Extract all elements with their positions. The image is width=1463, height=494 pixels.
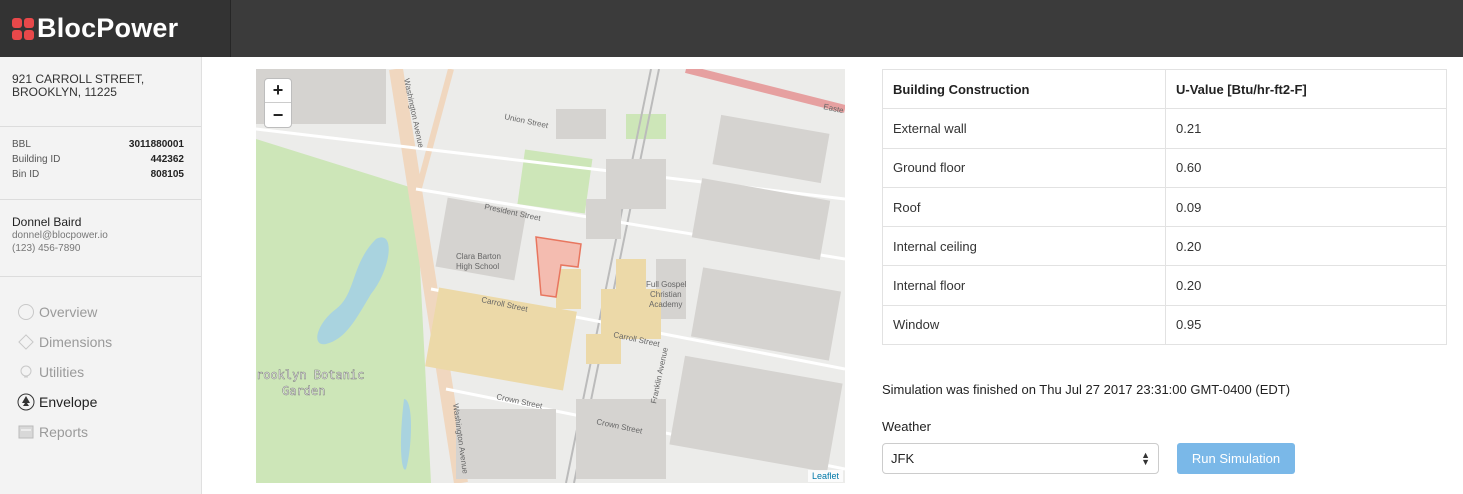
ruler-icon — [17, 333, 35, 351]
table-row: Window 0.95 — [882, 304, 1447, 346]
weather-select[interactable]: JFK ▲ ▼ — [882, 443, 1159, 474]
id-row-building: Building ID 442362 — [12, 152, 184, 167]
report-icon — [17, 423, 35, 441]
table-cell: Internal floor — [882, 265, 1166, 306]
nav-label: Envelope — [39, 394, 98, 410]
table-cell: 0.09 — [1165, 186, 1447, 228]
nav-item-utilities[interactable]: Utilities — [17, 357, 201, 387]
poi-label: Academy — [649, 300, 682, 309]
nav-label: Overview — [39, 304, 98, 320]
table-cell: Window — [882, 304, 1166, 346]
nav-label: Utilities — [39, 364, 85, 380]
table-row: Roof 0.09 — [882, 186, 1447, 228]
table-cell: 0.21 — [1165, 108, 1447, 149]
table-cell: External wall — [882, 108, 1166, 149]
sidebar: 921 CARROLL STREET, BROOKLYN, 11225 BBL … — [0, 57, 202, 494]
green-block — [517, 149, 593, 214]
brand-name: BlocPower — [37, 13, 179, 43]
id-row-bbl: BBL 3011880001 — [12, 137, 184, 152]
id-label: BBL — [12, 139, 31, 150]
poi-label: High School — [456, 262, 499, 271]
table-cell: Ground floor — [882, 147, 1166, 188]
contact-phone: (123) 456-7890 — [12, 243, 81, 254]
id-value: 3011880001 — [128, 139, 184, 150]
table-header: U-Value [Btu/hr-ft2-F] — [1165, 68, 1447, 110]
logo-mark-icon — [12, 17, 34, 40]
poi-label: Christian — [650, 290, 682, 299]
id-value: 442362 — [150, 154, 184, 165]
run-simulation-button[interactable]: Run Simulation — [1177, 443, 1295, 474]
nav-item-overview[interactable]: Overview — [17, 297, 201, 327]
park-label: rooklyn Botanic — [256, 368, 364, 382]
contact-name: Donnel Baird — [12, 215, 82, 229]
contact-card: Donnel Baird donnel@blocpower.io (123) 4… — [0, 200, 201, 277]
park-label: Garden — [282, 384, 325, 398]
map-canvas: Washington Avenue Union Street President… — [256, 69, 845, 483]
table-cell: 0.60 — [1165, 147, 1447, 188]
poi-label: Full Gospel — [646, 280, 687, 289]
nav-item-dimensions[interactable]: Dimensions — [17, 327, 201, 357]
table-row: Internal floor 0.20 — [882, 265, 1447, 306]
simulation-status: Simulation was finished on Thu Jul 27 20… — [882, 382, 1291, 397]
street-label: Franklin Avenue — [649, 346, 670, 404]
table-cell: 0.95 — [1165, 304, 1447, 346]
zoom-in-button[interactable]: + — [265, 79, 291, 103]
select-caret-icon: ▲ ▼ — [1141, 449, 1150, 467]
zoom-out-button[interactable]: − — [265, 103, 291, 127]
contact-email[interactable]: donnel@blocpower.io — [12, 229, 189, 242]
building-ids: BBL 3011880001 Building ID 442362 Bin ID… — [0, 127, 201, 200]
sidebar-nav: Overview Dimensions Utilities Envelope R… — [0, 277, 201, 447]
table-row: External wall 0.21 — [882, 108, 1447, 149]
table-cell: 0.20 — [1165, 226, 1447, 267]
table-cell: Internal ceiling — [882, 226, 1166, 267]
weather-selected-value: JFK — [891, 451, 915, 466]
brand-logo[interactable]: BlocPower — [0, 0, 231, 57]
table-header-row: Building Construction U-Value [Btu/hr-ft… — [882, 68, 1447, 110]
street-label: Union Street — [504, 112, 550, 130]
table-cell: 0.20 — [1165, 265, 1447, 306]
street-label: Crown Street — [496, 392, 544, 411]
u-value-table: Building Construction U-Value [Btu/hr-ft… — [882, 68, 1447, 346]
circle-icon — [17, 303, 35, 321]
nav-item-envelope[interactable]: Envelope — [17, 387, 201, 417]
table-cell: Roof — [882, 186, 1166, 228]
poi-label: Clara Barton — [456, 252, 501, 261]
building-map[interactable]: Washington Avenue Union Street President… — [256, 69, 845, 483]
table-header: Building Construction — [882, 68, 1166, 110]
eastern-parkway-road — [685, 69, 845, 113]
nav-label: Dimensions — [39, 334, 113, 350]
map-attribution-link[interactable]: Leaflet — [808, 470, 844, 482]
id-row-bin: Bin ID 808105 — [12, 167, 184, 182]
map-zoom-control[interactable]: + − — [264, 78, 292, 128]
table-row: Internal ceiling 0.20 — [882, 226, 1447, 267]
id-label: Bin ID — [12, 169, 40, 180]
id-label: Building ID — [12, 154, 61, 165]
bulb-icon — [17, 363, 35, 381]
nav-item-reports[interactable]: Reports — [17, 417, 201, 447]
tree-icon — [17, 393, 35, 411]
id-value: 808105 — [150, 169, 184, 180]
nav-label: Reports — [39, 424, 89, 440]
weather-label: Weather — [882, 419, 931, 434]
address-line-2: BROOKLYN, 11225 — [12, 85, 117, 99]
building-address: 921 CARROLL STREET, BROOKLYN, 11225 — [0, 57, 201, 127]
table-row: Ground floor 0.60 — [882, 147, 1447, 188]
